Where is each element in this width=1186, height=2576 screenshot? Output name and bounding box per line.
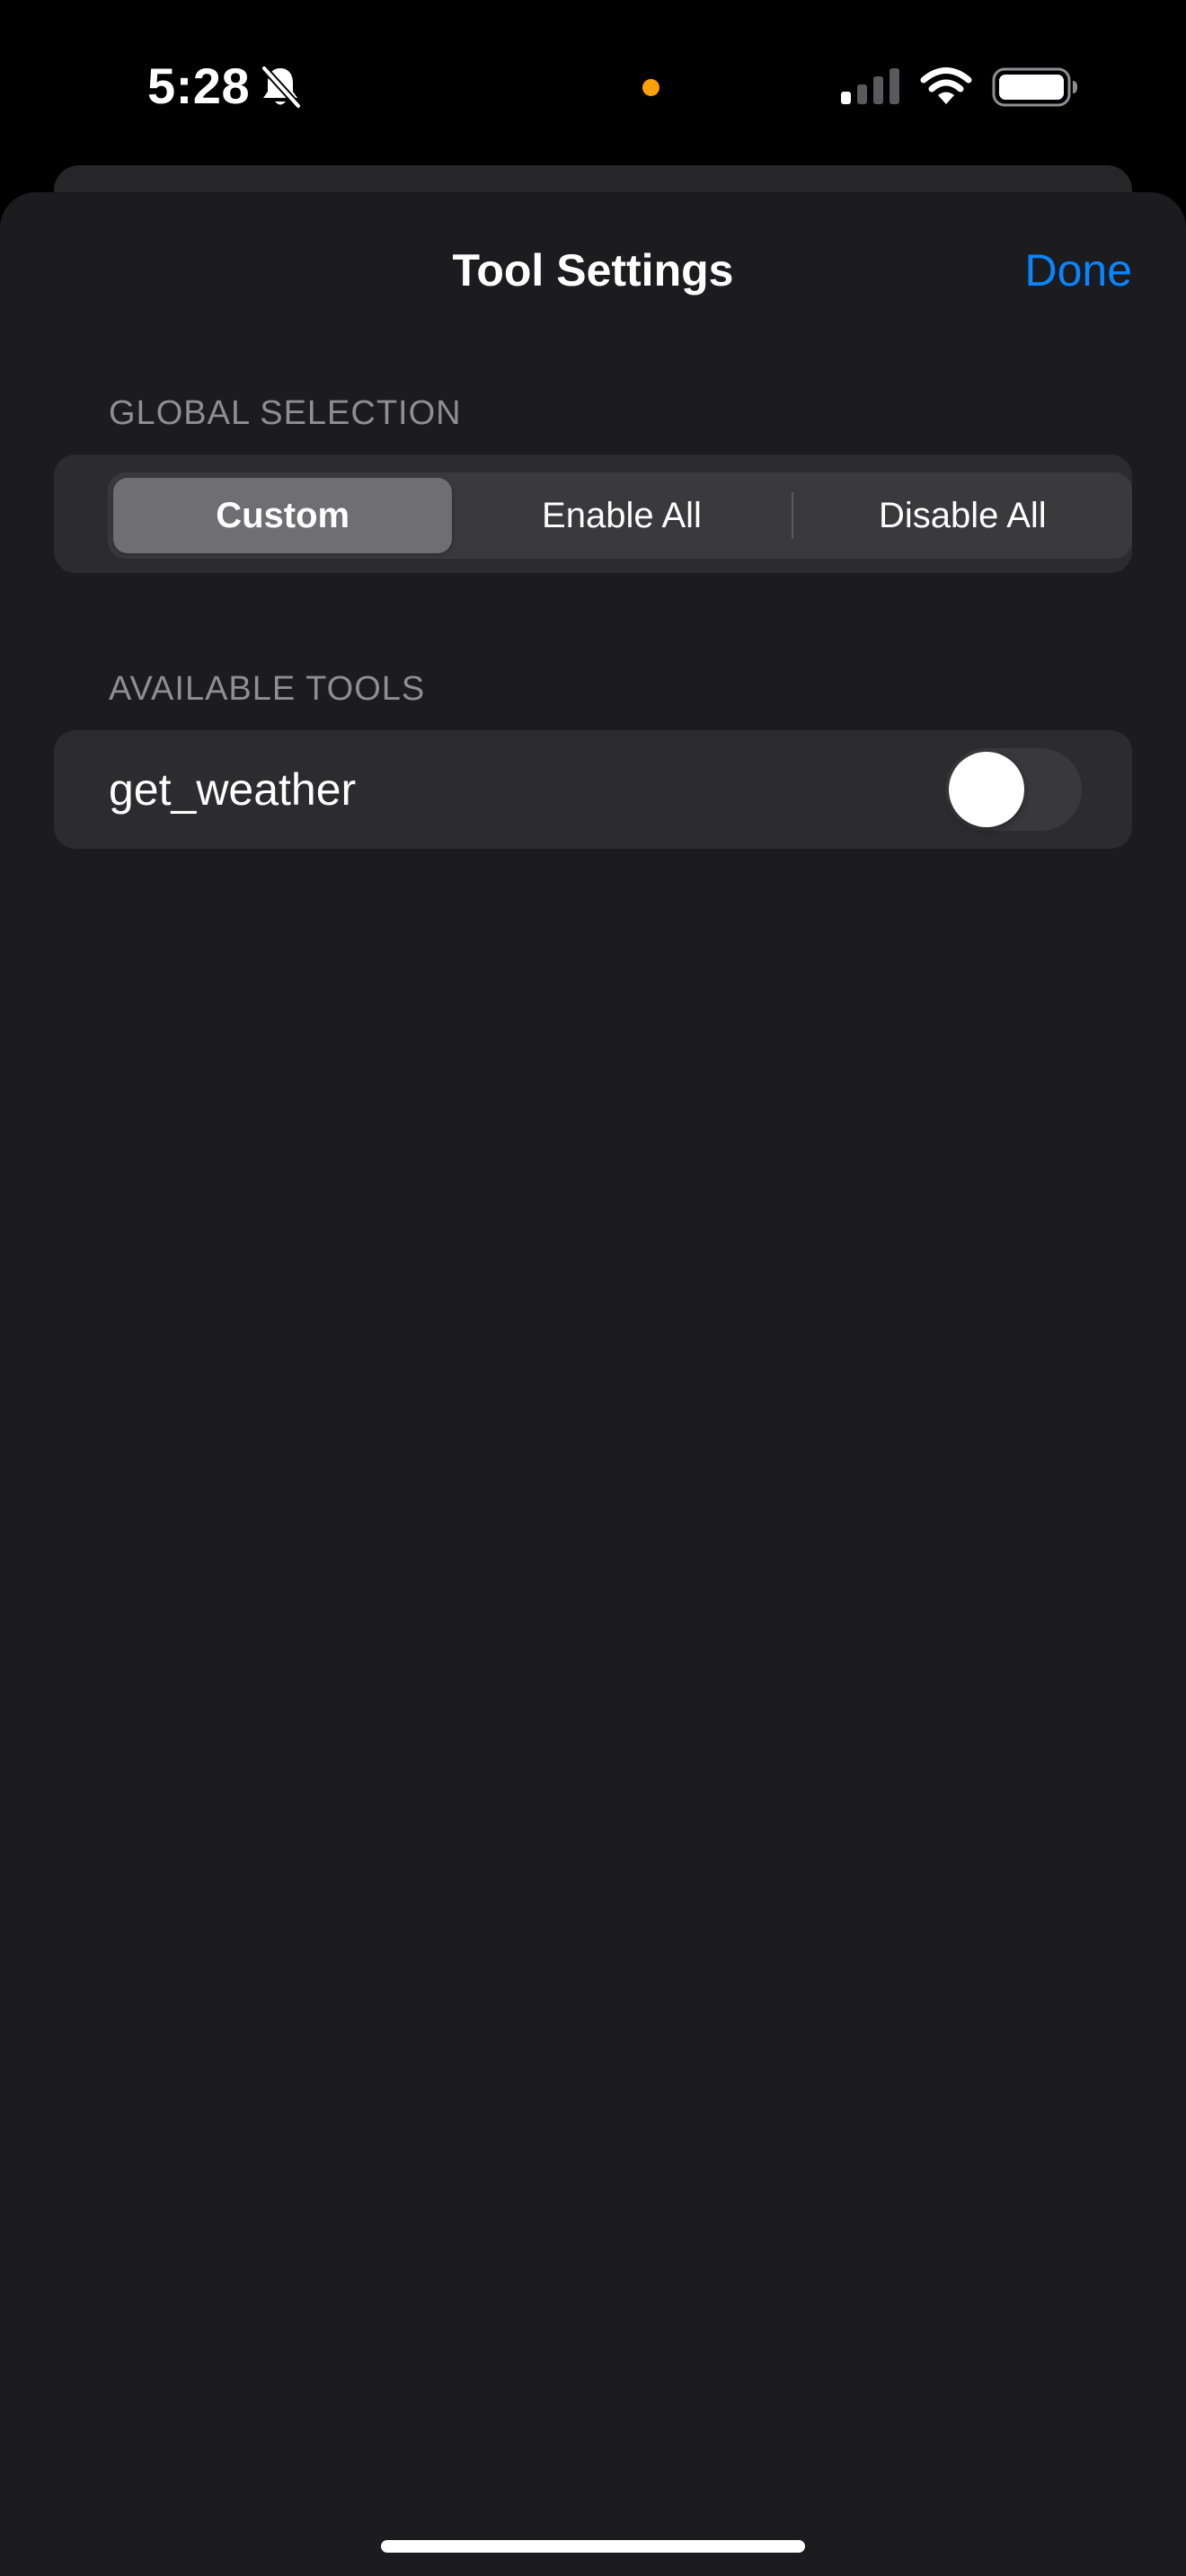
global-selection-card: Custom Enable All Disable All (54, 454, 1132, 573)
status-bar: 5:28 (0, 0, 1186, 171)
bell-slash-icon (261, 65, 302, 110)
privacy-indicator-dot (642, 79, 659, 96)
global-selection-header: GLOBAL SELECTION (109, 394, 462, 432)
segment-enable-all[interactable]: Enable All (452, 478, 791, 553)
segment-custom[interactable]: Custom (113, 478, 453, 553)
tool-label: get_weather (109, 764, 357, 815)
status-time: 5:28 (147, 57, 251, 114)
available-tools-header: AVAILABLE TOOLS (109, 670, 426, 708)
segment-disable-all[interactable]: Disable All (793, 478, 1132, 553)
wifi-icon (920, 67, 972, 104)
battery-icon (992, 67, 1077, 107)
page-title: Tool Settings (452, 245, 734, 296)
global-selection-segmented-control: Custom Enable All Disable All (108, 472, 1132, 559)
cellular-signal-icon (841, 68, 899, 104)
get-weather-toggle[interactable] (945, 748, 1082, 831)
home-indicator (381, 2540, 805, 2553)
list-item: get_weather (54, 730, 1132, 849)
done-button[interactable]: Done (1024, 239, 1132, 302)
toggle-knob (949, 752, 1024, 827)
available-tools-card: get_weather (54, 730, 1132, 849)
